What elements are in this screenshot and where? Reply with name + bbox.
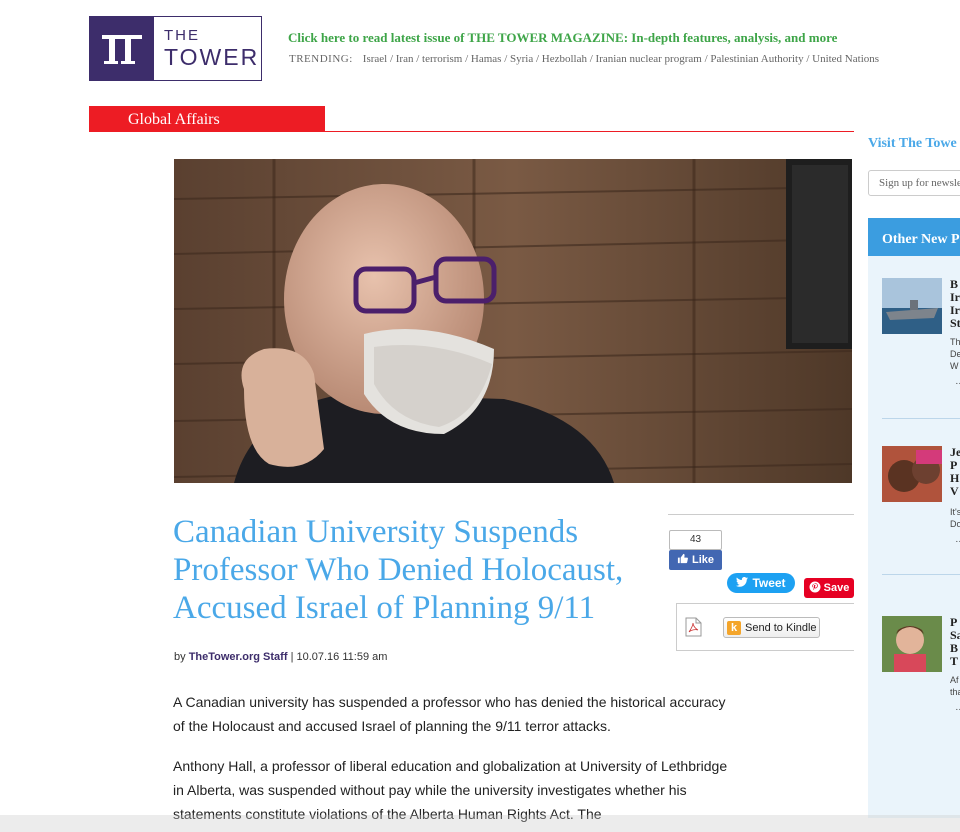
share-divider-bottom xyxy=(676,650,854,651)
author-link[interactable]: TheTower.org Staff xyxy=(189,651,288,663)
news-divider xyxy=(882,418,960,419)
site-logo[interactable]: THE TOWER xyxy=(89,16,262,81)
read-more-link[interactable]: … xyxy=(956,376,960,386)
kindle-icon: k xyxy=(727,620,741,635)
pinterest-icon xyxy=(809,581,821,596)
news-excerpt: It's Do xyxy=(950,507,960,529)
section-tab[interactable]: Global Affairs xyxy=(89,106,325,132)
news-title[interactable]: B Ir Ir St xyxy=(950,278,960,330)
trending-bar: TRENDING: Israel / Iran / terrorism / Ham… xyxy=(289,53,879,65)
article-hero-image xyxy=(174,159,852,483)
like-label: Like xyxy=(691,554,714,566)
other-news-heading: Other New P xyxy=(882,232,960,247)
newsletter-signup-input[interactable]: Sign up for newsle xyxy=(868,170,960,196)
send-to-kindle-button[interactable]: k Send to Kindle xyxy=(723,617,820,638)
news-thumbnail[interactable] xyxy=(882,616,942,672)
section-divider xyxy=(89,131,854,132)
trending-label: TRENDING: xyxy=(289,53,353,65)
pdf-icon[interactable] xyxy=(685,617,702,637)
news-excerpt: Th De W xyxy=(950,337,960,371)
sidebar-news-item[interactable]: Je P H V It's Do … xyxy=(868,440,960,600)
share-divider-top xyxy=(668,514,854,515)
magazine-promo-link[interactable]: Click here to read latest issue of THE T… xyxy=(288,30,837,46)
tweet-button[interactable]: Tweet xyxy=(727,573,795,593)
news-divider xyxy=(882,574,960,575)
news-thumbnail[interactable] xyxy=(882,446,942,502)
facebook-like-count: 43 xyxy=(669,530,722,550)
news-excerpt: Af tha xyxy=(950,675,960,697)
byline-prefix: by xyxy=(174,651,186,663)
read-more-link[interactable]: … xyxy=(956,534,960,544)
section-label: Global Affairs xyxy=(128,111,220,128)
bottom-overlay xyxy=(0,815,960,832)
twitter-bird-icon xyxy=(736,576,749,590)
article-byline: by TheTower.org Staff | 10.07.16 11:59 a… xyxy=(174,651,387,663)
logo-tower: TOWER xyxy=(164,44,260,70)
sidebar-news-item[interactable]: B Ir Ir St Th De W … xyxy=(868,270,960,430)
kindle-label: Send to Kindle xyxy=(745,621,817,634)
tower-logo-icon xyxy=(90,17,154,80)
news-thumbnail[interactable] xyxy=(882,278,942,334)
article-date: | 10.07.16 11:59 am xyxy=(290,651,388,663)
share-divider-middle xyxy=(676,603,854,604)
facebook-like-button[interactable]: Like xyxy=(669,550,722,570)
thumbs-up-icon xyxy=(677,553,688,567)
share-divider-vertical xyxy=(676,603,677,650)
save-label: Save xyxy=(823,582,850,594)
article-paragraph: A Canadian university has suspended a pr… xyxy=(173,694,726,734)
tweet-label: Tweet xyxy=(752,576,786,590)
trending-links[interactable]: Israel / Iran / terrorism / Hamas / Syri… xyxy=(363,53,879,65)
article-headline: Canadian University Suspends Professor W… xyxy=(173,514,624,626)
visit-the-tower-link[interactable]: Visit The Towe xyxy=(868,136,957,152)
article-body: A Canadian university has suspended a pr… xyxy=(173,690,733,832)
news-title[interactable]: Je P H V xyxy=(950,446,960,498)
logo-the: THE xyxy=(164,27,200,44)
sidebar-news-item[interactable]: P Sa B T Af tha … xyxy=(868,608,960,768)
read-more-link[interactable]: … xyxy=(956,702,960,712)
pinterest-save-button[interactable]: Save xyxy=(804,578,854,598)
news-title[interactable]: P Sa B T xyxy=(950,616,960,668)
other-news-heading-bar: Other New P xyxy=(868,218,960,256)
